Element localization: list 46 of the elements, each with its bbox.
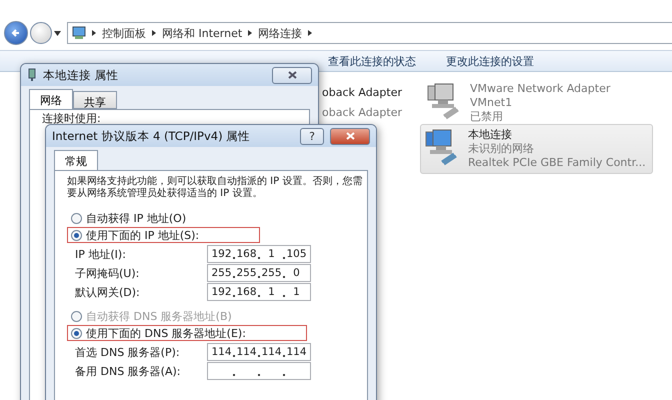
adapter-item[interactable]: 本地连接 未识别的网络 Realtek PCIe GBE Family Contr... <box>420 124 653 174</box>
radio-option[interactable]: 自动获得 IP 地址(O) <box>67 210 248 226</box>
breadcrumb-item[interactable]: 控制面板 <box>102 26 146 40</box>
adapter-text: VMnet1 <box>470 96 514 110</box>
ip-address-field[interactable]: 255 255 255 0 <box>207 264 311 282</box>
address-bar[interactable]: 控制面板 网络和 Internet 网络连接 <box>67 22 672 44</box>
radio-option[interactable]: 使用下面的 IP 地址(S): <box>67 227 260 243</box>
ip-address-field[interactable]: 114 114 114 114 <box>207 343 311 361</box>
close-button[interactable] <box>272 66 312 84</box>
field-label: 子网掩码(U): <box>75 266 140 280</box>
close-icon <box>288 71 296 79</box>
description-text: 如果网络支持此功能，则可以获取自动指派的 IP 设置。否则，您需要从网络系统管理员处获得适当的 IP 设置。 <box>67 176 363 200</box>
adapter-item[interactable]: oback Adapter <box>318 82 410 104</box>
control-panel-icon <box>72 26 86 40</box>
field-label: 连接时使用: <box>42 112 101 125</box>
toolbar-item[interactable]: 更改此连接的设置 <box>446 54 534 68</box>
radio-option[interactable]: 使用下面的 DNS 服务器地址(E): <box>67 325 307 341</box>
field-label: 备用 DNS 服务器(A): <box>75 364 180 378</box>
network-adapter-icon <box>27 68 37 82</box>
adapter-text: VMware Network Adapter <box>470 82 610 96</box>
dialog-title: Internet 协议版本 4 (TCP/IPv4) 属性 <box>52 128 252 144</box>
back-button[interactable] <box>4 21 28 45</box>
tab[interactable]: 网络 <box>29 89 73 109</box>
close-icon <box>346 132 354 140</box>
field-label: 默认网关(D): <box>75 284 140 300</box>
tab[interactable]: 常规 <box>54 150 98 170</box>
breadcrumb-item[interactable]: 网络连接 <box>258 26 302 40</box>
field-label: 首选 DNS 服务器(P): <box>75 344 180 360</box>
tab[interactable]: 共享 <box>73 91 117 109</box>
close-button[interactable] <box>330 128 370 144</box>
adapter-text: 已禁用 <box>470 110 504 124</box>
breadcrumb-item[interactable]: 网络和 Internet <box>162 26 242 40</box>
toolbar-item[interactable]: 查看此连接的状态 <box>328 54 416 68</box>
adapter-text: oback Adapter <box>322 106 402 120</box>
adapter-text: oback Adapter <box>322 86 402 100</box>
help-button[interactable]: ? <box>300 128 324 144</box>
back-arrow-icon <box>11 28 21 38</box>
ip-address-field[interactable]: 192 168 1 105 <box>207 245 311 263</box>
dialog-title: 本地连接 属性 <box>43 68 120 82</box>
adapter-text: 本地连接 <box>468 128 513 142</box>
ip-address-field[interactable] <box>207 362 311 380</box>
ip-address-field[interactable]: 192 168 1 1 <box>207 283 311 301</box>
field-label: IP 地址(I): <box>75 246 126 262</box>
dropdown-icon[interactable] <box>54 30 61 36</box>
adapter-text: 未识别的网络 <box>468 142 535 156</box>
adapter-text: Realtek PCIe GBE Family Contr... <box>468 156 646 170</box>
